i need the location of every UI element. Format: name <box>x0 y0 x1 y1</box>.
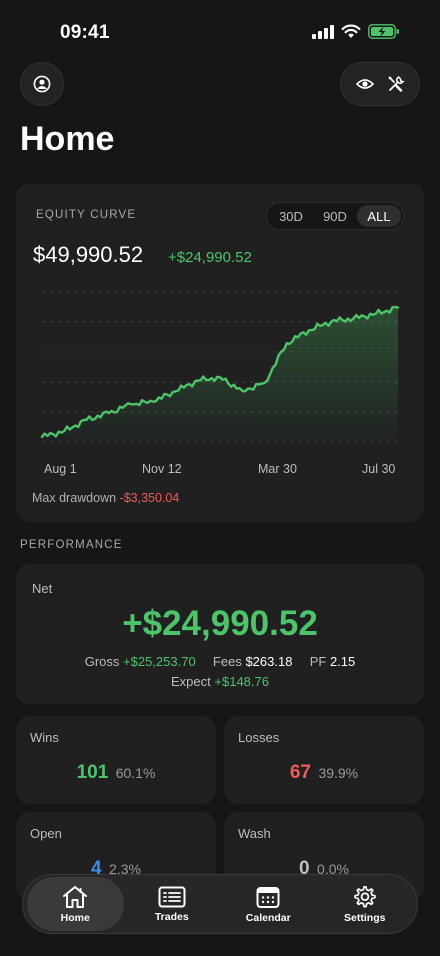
trades-icon <box>158 886 186 907</box>
wins-card[interactable]: Wins 101 60.1% <box>16 716 216 804</box>
tab-trades-label: Trades <box>154 910 189 923</box>
status-bar: 09:41 <box>0 0 440 60</box>
max-drawdown-label: Max drawdown <box>32 491 117 505</box>
tools-icon <box>388 75 405 92</box>
profile-icon <box>33 75 51 93</box>
losses-label: Losses <box>238 730 280 745</box>
expect-label: Expect <box>171 674 211 689</box>
x-tick-label: Mar 30 <box>258 462 297 476</box>
tab-home[interactable]: Home <box>27 877 124 931</box>
net-value: +$24,990.52 <box>122 604 318 643</box>
wins-label: Wins <box>30 730 59 745</box>
wins-count: 101 <box>76 762 109 783</box>
top-actions-group <box>340 62 420 106</box>
page-title: Home <box>20 120 115 158</box>
tab-bar: Home Trades Calendar Settings <box>22 874 418 934</box>
tab-home-label: Home <box>60 911 90 924</box>
battery-charging-icon <box>368 24 399 39</box>
tab-calendar-label: Calendar <box>245 911 291 924</box>
tools-button[interactable] <box>387 75 405 93</box>
expect-value: +$148.76 <box>214 674 269 689</box>
max-drawdown-value: -$3,350.04 <box>119 491 180 505</box>
home-icon <box>63 885 88 908</box>
expectancy-row: Expect +$148.76 <box>16 674 424 689</box>
performance-section-label: PERFORMANCE <box>20 539 123 551</box>
cellular-signal-icon <box>312 24 334 39</box>
fees-value: $263.18 <box>245 654 293 669</box>
net-performance-card: Net +$24,990.52 Gross +$25,253.70 Fees $… <box>16 564 424 704</box>
net-label: Net <box>32 581 53 596</box>
losses-percent: 39.9% <box>318 765 359 781</box>
x-tick-label: Aug 1 <box>44 462 77 476</box>
wifi-icon <box>341 24 361 38</box>
gross-label: Gross <box>84 654 120 669</box>
open-label: Open <box>30 826 62 841</box>
fees-label: Fees <box>212 654 242 669</box>
calendar-icon <box>256 886 280 908</box>
equity-chart <box>40 291 400 443</box>
tab-trades[interactable]: Trades <box>124 877 221 931</box>
x-tick-label: Nov 12 <box>142 462 182 476</box>
net-metrics-row: Gross +$25,253.70 Fees $263.18 PF 2.15 <box>16 654 424 669</box>
losses-count: 67 <box>289 762 311 783</box>
equity-area <box>42 306 398 442</box>
wash-label: Wash <box>238 826 271 841</box>
gear-icon <box>354 885 376 907</box>
x-tick-label: Jul 30 <box>362 462 396 476</box>
tab-calendar[interactable]: Calendar <box>220 877 317 931</box>
tab-settings[interactable]: Settings <box>317 877 414 931</box>
profile-button[interactable] <box>20 62 64 106</box>
status-time: 09:41 <box>60 22 110 43</box>
equity-curve-card: EQUITY CURVE 30D 90D ALL $49,990.52 +$24… <box>16 184 424 522</box>
status-icons <box>312 24 400 39</box>
gross-value: +$25,253.70 <box>123 654 196 669</box>
eye-icon <box>355 79 374 89</box>
pf-value: 2.15 <box>329 654 356 669</box>
tab-settings-label: Settings <box>344 911 386 924</box>
visibility-button[interactable] <box>355 77 374 91</box>
pf-label: PF <box>309 654 327 669</box>
losses-card[interactable]: Losses 67 39.9% <box>224 716 424 804</box>
max-drawdown: Max drawdown -$3,350.04 <box>32 491 179 505</box>
wins-percent: 60.1% <box>115 765 156 781</box>
